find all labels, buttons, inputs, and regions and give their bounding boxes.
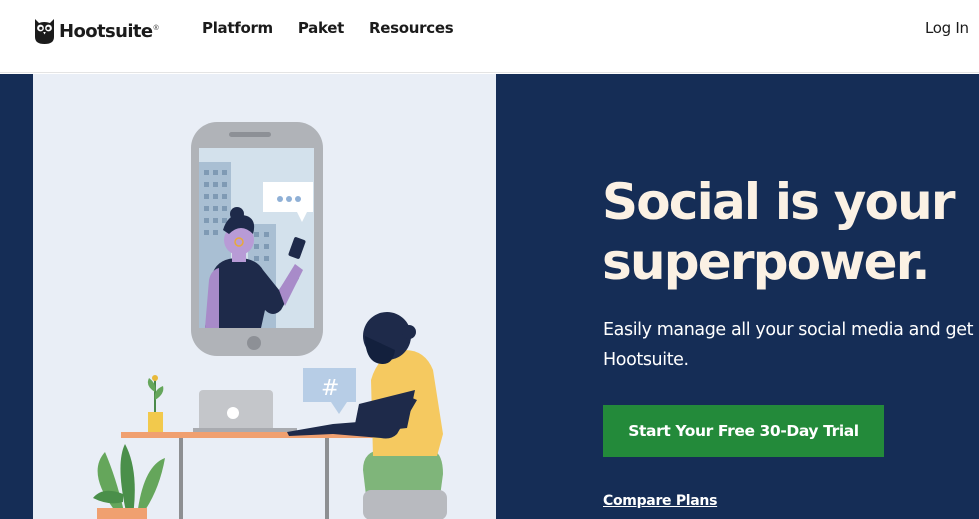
nav-item-paket[interactable]: Paket: [298, 19, 344, 37]
start-trial-button[interactable]: Start Your Free 30-Day Trial: [603, 405, 884, 457]
hootsuite-logo[interactable]: Hootsuite ®: [34, 16, 159, 46]
phone-illustration: [191, 122, 323, 356]
hero-headline: Social is your superpower.: [602, 172, 972, 292]
registered-mark: ®: [153, 25, 159, 32]
hero-illustration-svg: #: [93, 122, 447, 519]
main-nav: Platform Paket Resources: [202, 19, 478, 37]
laptop-illustration: [193, 390, 297, 432]
hero-subtext-line1: Easily manage all your social media and …: [603, 320, 979, 340]
logo-text: Hootsuite: [59, 20, 153, 42]
site-header: Hootsuite ® Platform Paket Resources Log…: [0, 0, 979, 73]
hero-subtext-line2: Hootsuite.: [603, 350, 689, 370]
hashtag-sign: #: [303, 368, 356, 414]
hero-illustration: #: [33, 74, 496, 519]
potted-plant-illustration: [93, 444, 165, 519]
hero-headline-line2: superpower.: [602, 233, 930, 291]
hero-headline-line1: Social is your: [602, 173, 956, 231]
owl-logo-icon: [35, 19, 54, 44]
nav-item-resources[interactable]: Resources: [369, 19, 454, 37]
svg-text:#: #: [321, 376, 339, 401]
login-link[interactable]: Log In: [925, 19, 969, 37]
plant-illustration: [147, 375, 164, 432]
nav-item-platform[interactable]: Platform: [202, 19, 273, 37]
desk-illustration: [121, 432, 397, 519]
compare-plans-link[interactable]: Compare Plans: [603, 493, 717, 509]
hero-subtext: Easily manage all your social media and …: [603, 315, 979, 375]
